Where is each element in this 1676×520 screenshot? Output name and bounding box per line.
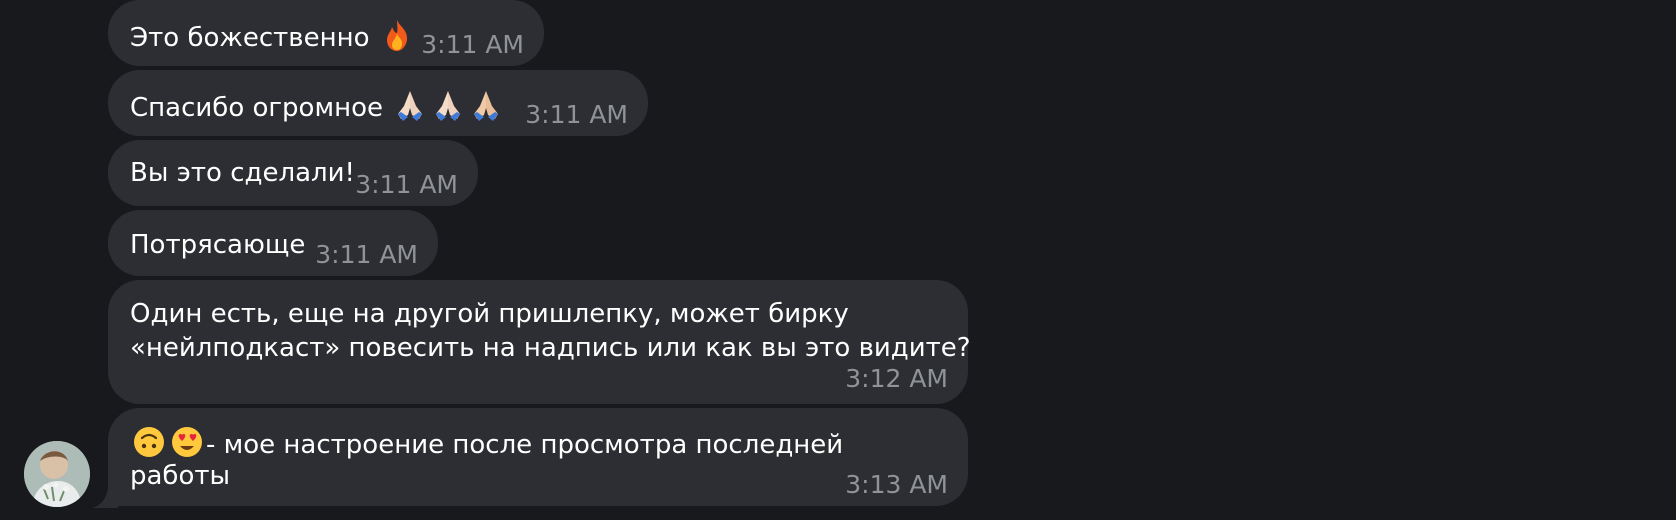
- chat-message-list: Это божественно 3:11 AM Спасибо огромное: [0, 0, 1676, 520]
- message-text: Вы это сделали!: [130, 158, 355, 188]
- praying-hands-emoji: [398, 91, 423, 121]
- avatar-photo-icon: [24, 441, 90, 507]
- message-time: 3:11 AM: [421, 30, 524, 59]
- message-text: Потрясающе: [130, 230, 306, 260]
- message-bubble[interactable]: Это божественно 3:11 AM: [108, 0, 544, 66]
- message-time: 3:11 AM: [525, 100, 628, 129]
- upside-down-face-emoji: [134, 427, 164, 457]
- bubble-tail: [92, 488, 118, 508]
- message-bubble[interactable]: Вы это сделали! 3:11 AM: [108, 140, 478, 206]
- fire-emoji: [386, 20, 407, 51]
- message-bubble[interactable]: - мое настроение после просмотра последн…: [108, 408, 968, 506]
- message-bubble[interactable]: Один есть, еще на другой пришлепку, може…: [108, 280, 971, 404]
- message-text-line: Один есть, еще на другой пришлепку, може…: [130, 299, 849, 329]
- heart-eyes-emoji: [172, 427, 202, 457]
- message-text-line: работы: [130, 461, 231, 491]
- message-time: 3:13 AM: [845, 470, 948, 499]
- message-text-line: - мое настроение после просмотра последн…: [130, 425, 843, 462]
- message-text: Спасибо огромное: [130, 88, 505, 125]
- message-time: 3:11 AM: [315, 240, 418, 269]
- praying-hands-emoji: [436, 91, 461, 121]
- praying-hands-emoji: [474, 91, 499, 121]
- message-bubble[interactable]: Спасибо огромное 3:11 AM: [108, 70, 648, 136]
- message-text: Это божественно: [130, 18, 416, 55]
- message-time: 3:11 AM: [355, 170, 458, 199]
- message-text-line: «нейлподкаст» повесить на надпись или ка…: [130, 333, 971, 363]
- avatar[interactable]: [24, 441, 90, 507]
- message-bubble[interactable]: Потрясающе 3:11 AM: [108, 210, 438, 276]
- message-time: 3:12 AM: [845, 364, 948, 393]
